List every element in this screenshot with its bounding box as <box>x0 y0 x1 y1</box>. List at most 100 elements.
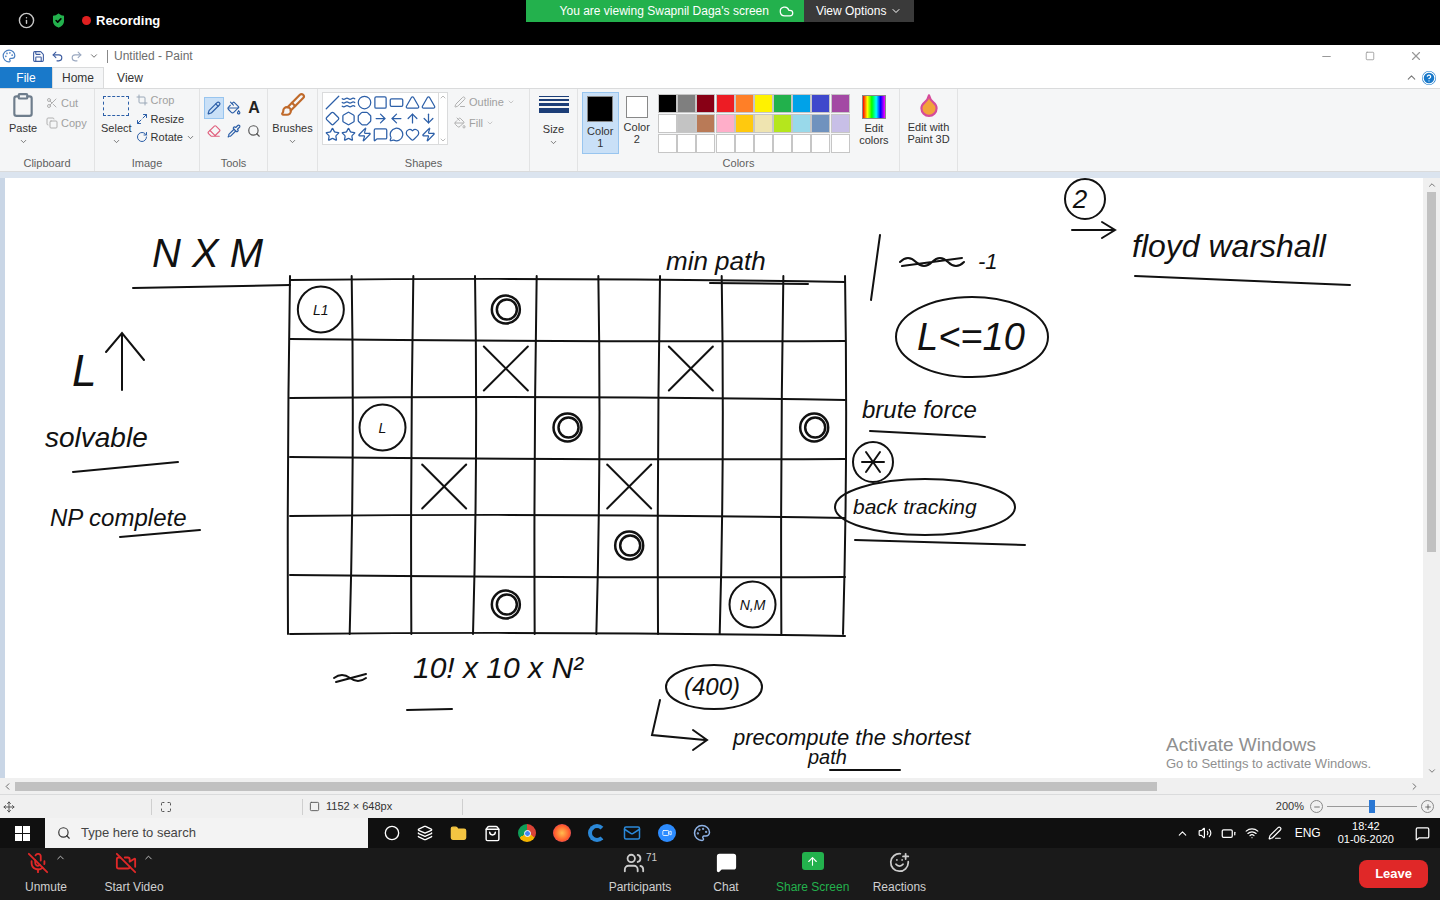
options-chevron-icon[interactable] <box>143 852 154 863</box>
participants-button[interactable]: 71Participants <box>600 852 680 896</box>
pencil-tool[interactable] <box>204 97 224 119</box>
shape-icon[interactable] <box>389 127 404 142</box>
shape-icon[interactable] <box>357 95 372 110</box>
collapse-ribbon-icon[interactable] <box>1405 71 1418 84</box>
wifi-icon[interactable] <box>1245 826 1259 840</box>
palette-color[interactable] <box>792 94 811 113</box>
palette-color[interactable] <box>754 134 773 153</box>
paint-app-icon[interactable] <box>693 824 711 842</box>
zoom-slider-thumb[interactable] <box>1369 800 1375 813</box>
chrome-icon[interactable] <box>518 824 536 842</box>
palette-color[interactable] <box>716 114 735 133</box>
zoom-slider[interactable] <box>1327 800 1417 814</box>
pen-icon[interactable] <box>1268 826 1282 840</box>
maximize-button[interactable] <box>1348 45 1392 67</box>
magnifier-tool[interactable] <box>244 120 264 142</box>
palette-color[interactable] <box>773 94 792 113</box>
store-icon[interactable] <box>484 825 501 842</box>
resize-button[interactable]: Resize <box>136 111 195 128</box>
palette-color[interactable] <box>677 114 696 133</box>
palette-color[interactable] <box>811 114 830 133</box>
palette-color[interactable] <box>735 94 754 113</box>
zoom-app-icon[interactable] <box>658 824 676 842</box>
start-button[interactable] <box>0 818 45 848</box>
color-slot-button[interactable]: Color 1 <box>582 92 619 154</box>
palette-color[interactable] <box>735 114 754 133</box>
file-explorer-icon[interactable] <box>450 825 467 842</box>
palette-color[interactable] <box>831 134 850 153</box>
color-slot-button[interactable]: Color 2 <box>619 92 656 154</box>
language-indicator[interactable]: ENG <box>1295 824 1321 842</box>
crop-button[interactable]: Crop <box>136 92 195 109</box>
shape-icon[interactable] <box>325 95 340 110</box>
chat-button[interactable]: Chat <box>686 852 766 896</box>
palette-color[interactable] <box>658 114 677 133</box>
shape-icon[interactable] <box>325 127 340 142</box>
palette-color[interactable] <box>792 114 811 133</box>
palette-color[interactable] <box>773 114 792 133</box>
view-options-button[interactable]: View Options <box>804 0 914 22</box>
shape-icon[interactable] <box>421 111 436 126</box>
palette-color[interactable] <box>831 114 850 133</box>
save-icon[interactable] <box>32 50 45 63</box>
shape-icon[interactable] <box>373 111 388 126</box>
ribbon-tab[interactable]: View <box>104 67 156 88</box>
help-icon[interactable] <box>1422 71 1436 85</box>
shape-icon[interactable] <box>389 111 404 126</box>
file-tab[interactable]: File <box>0 67 52 88</box>
rotate-button[interactable]: Rotate <box>136 129 195 146</box>
mail-icon[interactable] <box>623 824 641 842</box>
task-view-icon[interactable] <box>417 825 433 841</box>
shape-icon[interactable] <box>421 95 436 110</box>
info-icon[interactable] <box>18 12 35 29</box>
palette-color[interactable] <box>754 114 773 133</box>
paste-button[interactable]: Paste <box>4 92 42 146</box>
tray-overflow-icon[interactable] <box>1176 827 1189 840</box>
cut-button[interactable]: Cut <box>46 95 87 112</box>
text-tool[interactable]: A <box>244 97 264 119</box>
shape-icon[interactable] <box>405 111 420 126</box>
options-chevron-icon[interactable] <box>55 852 66 863</box>
palette-color[interactable] <box>696 94 715 113</box>
shape-icon[interactable] <box>341 127 356 142</box>
notifications-icon[interactable] <box>1415 826 1430 841</box>
palette-color[interactable] <box>811 134 830 153</box>
shape-icon[interactable] <box>405 127 420 142</box>
shape-icon[interactable] <box>405 95 420 110</box>
palette-color[interactable] <box>696 134 715 153</box>
outline-button[interactable]: Outline <box>454 94 515 111</box>
palette-color[interactable] <box>792 134 811 153</box>
paint3d-button[interactable]: Edit with Paint 3D <box>904 92 953 145</box>
reactions-button[interactable]: Reactions <box>859 852 939 896</box>
firefox-icon[interactable] <box>553 824 571 842</box>
shape-icon[interactable] <box>357 127 372 142</box>
vertical-scrollbar[interactable] <box>1423 178 1440 778</box>
video-button[interactable]: Start Video <box>94 852 174 896</box>
size-button[interactable]: Size <box>534 92 573 147</box>
brushes-button[interactable]: Brushes <box>272 92 313 146</box>
shield-icon[interactable] <box>49 11 68 30</box>
palette-color[interactable] <box>716 94 735 113</box>
edit-colors-button[interactable]: Edit colors <box>853 92 895 146</box>
palette-color[interactable] <box>735 134 754 153</box>
canvas[interactable]: L1LN,MN X Mmin path-1L<=10brute forcebac… <box>5 178 1423 778</box>
picker-tool[interactable] <box>224 120 244 142</box>
shape-icon[interactable] <box>325 111 340 126</box>
close-button[interactable] <box>1392 45 1440 67</box>
volume-icon[interactable] <box>1198 826 1212 840</box>
shape-icon[interactable] <box>373 127 388 142</box>
shape-icon[interactable] <box>357 111 372 126</box>
palette-color[interactable] <box>658 94 677 113</box>
scrollbar-thumb[interactable] <box>1427 192 1436 552</box>
palette-color[interactable] <box>696 114 715 133</box>
zoom-out-button[interactable] <box>1310 800 1323 813</box>
quick-access-icon[interactable] <box>89 51 99 61</box>
taskbar-search[interactable]: Type here to search <box>45 818 368 848</box>
zoom-in-button[interactable] <box>1421 800 1434 813</box>
palette-color[interactable] <box>658 134 677 153</box>
shape-icon[interactable] <box>341 95 356 110</box>
shape-icon[interactable] <box>389 95 404 110</box>
ribbon-tab[interactable]: Home <box>52 67 104 88</box>
palette-color[interactable] <box>754 94 773 113</box>
palette-color[interactable] <box>677 94 696 113</box>
